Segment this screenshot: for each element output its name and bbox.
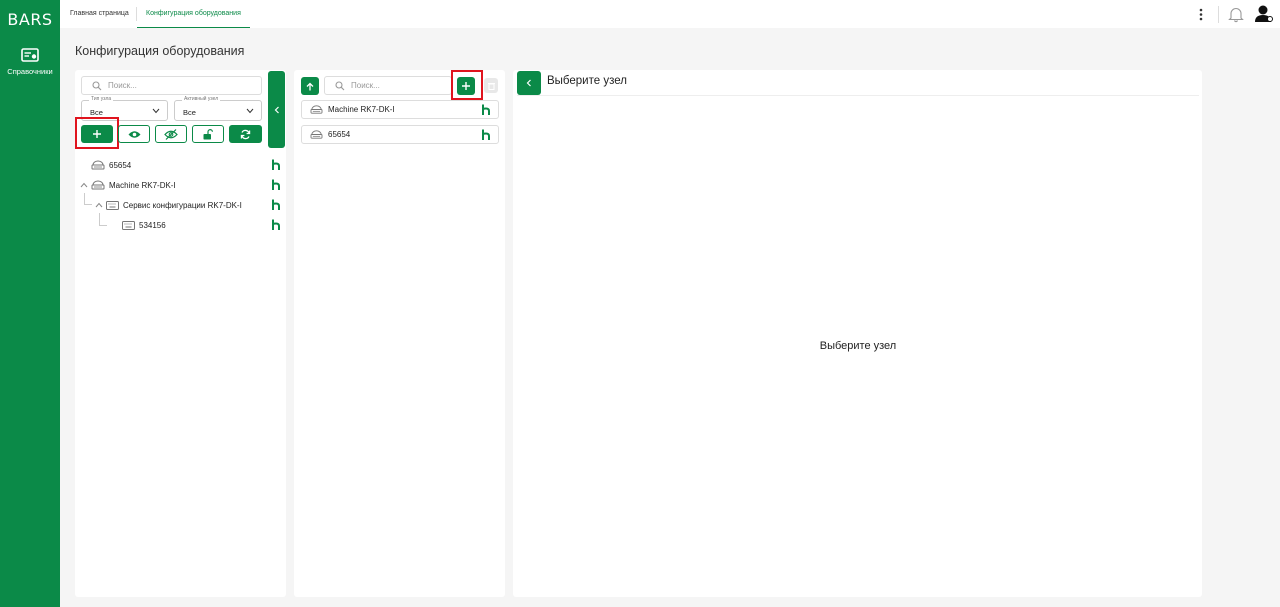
chevron-left-icon [274, 106, 279, 113]
node-type-value: Все [90, 108, 103, 117]
chevron-down-icon [152, 108, 160, 114]
page-title: Конфигурация оборудования [75, 44, 245, 58]
arrow-up-icon [306, 82, 314, 90]
tree-node-label: Сервис конфигурации RK7-DK-I [123, 200, 242, 210]
chevron-down-icon [246, 108, 254, 114]
keyboard-icon [106, 200, 119, 210]
keyboard-icon [122, 220, 135, 230]
node-type-label: Тип узла [89, 96, 114, 102]
tab-equipment-config[interactable]: Конфигурация оборудования [137, 0, 250, 28]
server-icon [91, 180, 105, 190]
server-icon [91, 160, 105, 170]
sidebar-item-directories[interactable]: Справочники [0, 48, 60, 76]
branch-icon[interactable] [271, 219, 281, 231]
active-node-label: Активный узел [182, 96, 221, 102]
refresh-icon [240, 129, 251, 139]
chevron-up-icon[interactable] [80, 182, 88, 188]
empty-state-message: Выберите узел [819, 340, 897, 352]
app-sidebar: BARS Справочники [0, 0, 60, 607]
tree-node[interactable]: 65654 [91, 157, 131, 173]
tree-node[interactable]: Machine RK7-DK-I [91, 177, 176, 193]
more-vert-icon[interactable] [1198, 8, 1204, 21]
branch-icon[interactable] [271, 179, 281, 191]
server-icon [310, 105, 323, 114]
details-title: Выберите узел [547, 75, 627, 87]
user-avatar-icon[interactable] [1254, 4, 1274, 23]
active-node-value: Все [183, 108, 196, 117]
collapse-tree-button[interactable] [268, 71, 285, 148]
tree-node[interactable]: 534156 [122, 217, 166, 233]
show-button[interactable] [118, 125, 150, 143]
node-type-select[interactable]: Тип узла Все [81, 96, 168, 121]
tree-node-label: Machine RK7-DK-I [109, 180, 176, 190]
details-divider [517, 95, 1199, 96]
list-item-label: Machine RK7-DK-I [328, 105, 395, 114]
tab-home[interactable]: Главная страница [61, 0, 138, 28]
list-item[interactable]: 65654 [301, 125, 499, 144]
details-panel [513, 70, 1202, 597]
hide-button[interactable] [155, 125, 187, 143]
sidebar-item-label: Справочники [7, 67, 53, 76]
eye-icon [128, 130, 140, 138]
tree-search-input[interactable] [108, 79, 248, 92]
header-separator [1218, 6, 1219, 23]
unlock-icon [203, 128, 213, 139]
active-node-select[interactable]: Активный узел Все [174, 96, 262, 121]
go-up-button[interactable] [301, 77, 319, 95]
refresh-button[interactable] [229, 125, 262, 143]
list-search-input[interactable] [351, 79, 446, 92]
bell-icon[interactable] [1228, 6, 1244, 23]
tree-connector [84, 193, 92, 205]
search-icon [335, 81, 345, 91]
app-logo: BARS [7, 10, 53, 29]
chevron-left-icon [526, 79, 531, 87]
list-panel [294, 70, 505, 597]
add-icon [462, 82, 470, 90]
branch-icon[interactable] [481, 104, 491, 116]
add-node-button[interactable] [81, 125, 113, 143]
list-item-label: 65654 [328, 130, 351, 139]
tree-node-label: 65654 [109, 160, 132, 170]
top-bar: Главная страница Конфигурация оборудован… [60, 0, 1280, 28]
search-icon [92, 81, 102, 91]
list-item[interactable]: Machine RK7-DK-I [301, 100, 499, 119]
list-search[interactable] [324, 76, 452, 95]
card-icon [21, 48, 39, 62]
unlock-button[interactable] [192, 125, 224, 143]
add-item-button[interactable] [457, 77, 475, 95]
tree-connector [99, 213, 107, 226]
branch-icon[interactable] [481, 129, 491, 141]
branch-icon[interactable] [271, 199, 281, 211]
server-icon [310, 130, 323, 139]
tree-panel [75, 70, 286, 597]
trash-icon [487, 82, 495, 90]
tree-node-label: 534156 [139, 220, 166, 230]
chevron-up-icon[interactable] [95, 202, 103, 208]
tree-node[interactable]: Сервис конфигурации RK7-DK-I [106, 197, 242, 213]
add-icon [93, 130, 101, 138]
branch-icon[interactable] [271, 159, 281, 171]
eye-off-icon [164, 128, 178, 140]
tree-search[interactable] [81, 76, 262, 95]
delete-item-button[interactable] [484, 78, 498, 93]
collapse-left-button[interactable] [517, 71, 541, 95]
